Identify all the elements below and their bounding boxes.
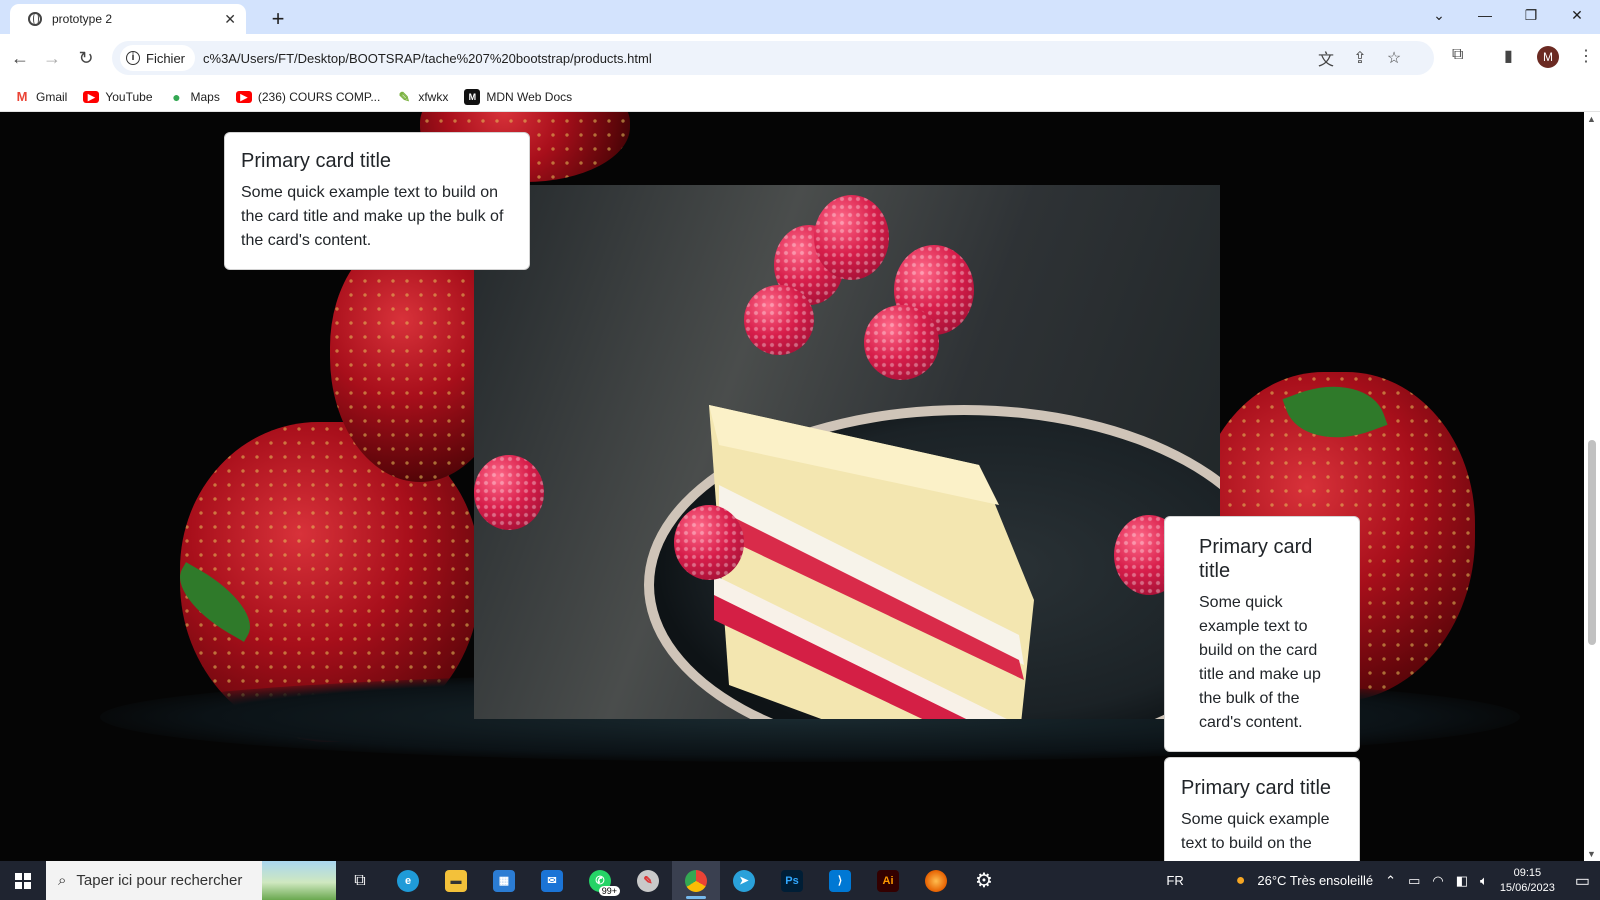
translate-icon[interactable]: 文: [1316, 46, 1336, 70]
address-bar[interactable]: i Fichier c%3A/Users/FT/Desktop/BOOTSRAP…: [112, 41, 1434, 75]
xfwkx-icon: ✎: [398, 88, 411, 105]
close-tab-icon[interactable]: ✕: [224, 11, 236, 28]
side-panel-icon[interactable]: ▮: [1504, 46, 1513, 66]
close-window-button[interactable]: ✕: [1554, 4, 1600, 26]
browser-tab[interactable]: prototype 2 ✕: [10, 4, 246, 34]
windows-taskbar: ⌕ Taper ici pour rechercher ⧉ e ▬ ▦ ✉ ✆ …: [0, 861, 1600, 900]
bookmark-label: MDN Web Docs: [486, 89, 573, 104]
battery-icon[interactable]: ▭: [1408, 873, 1420, 889]
whatsapp-badge: 99+: [598, 886, 620, 896]
product-card-1: Primary card title Some quick example te…: [224, 132, 530, 270]
maps-icon: ●: [172, 88, 181, 105]
browser-toolbar: ← → ↻ i Fichier c%3A/Users/FT/Desktop/BO…: [0, 34, 1600, 82]
profile-avatar[interactable]: M: [1537, 46, 1559, 68]
reload-icon[interactable]: ↻: [74, 46, 98, 70]
meet-icon[interactable]: ◧: [1456, 873, 1468, 889]
bookmark-label: Maps: [190, 89, 220, 104]
cake-image: [474, 185, 1220, 719]
product-card-3: Primary card title Some quick example te…: [1164, 757, 1360, 861]
volume-icon[interactable]: 🔈︎: [1480, 873, 1488, 889]
minimize-button[interactable]: —: [1462, 4, 1508, 26]
paint-icon[interactable]: ✎: [624, 861, 672, 900]
card-text: Some quick example text to build on the: [1181, 811, 1330, 852]
product-card-2: Primary card title Some quick example te…: [1164, 516, 1360, 752]
weather-sun-icon: ●: [1235, 871, 1246, 889]
tab-search-icon[interactable]: ⌄: [1416, 4, 1462, 26]
cake-slice: [709, 405, 1034, 719]
bookmarks-bar: M Gmail ▶ YouTube ● Maps ▶ (236) COURS C…: [0, 82, 1600, 112]
card-title: Primary card title: [1181, 777, 1332, 799]
clock-time: 09:15: [1513, 866, 1542, 879]
firefox-icon[interactable]: [912, 861, 960, 900]
tab-title: prototype 2: [52, 12, 113, 26]
clock-date: 15/06/2023: [1499, 881, 1555, 894]
gmail-icon: M: [14, 90, 30, 103]
settings-gear-icon[interactable]: ⚙: [960, 861, 1008, 900]
url-text[interactable]: c%3A/Users/FT/Desktop/BOOTSRAP/tache%207…: [203, 51, 652, 66]
taskbar-search-placeholder: Taper ici pour rechercher: [76, 872, 243, 889]
telegram-icon[interactable]: ➤: [720, 861, 768, 900]
vscode-icon[interactable]: ⟩: [816, 861, 864, 900]
chrome-icon[interactable]: [672, 861, 720, 900]
tray-chevron-icon[interactable]: ⌃: [1385, 873, 1396, 889]
edge-icon[interactable]: e: [384, 861, 432, 900]
page-viewport: Primary card title Some quick example te…: [0, 112, 1584, 861]
bookmark-mdn[interactable]: M MDN Web Docs: [464, 88, 573, 105]
scrollbar-thumb[interactable]: [1588, 440, 1596, 645]
wifi-icon[interactable]: ◠: [1432, 873, 1443, 889]
youtube-icon: ▶: [235, 90, 252, 103]
illustrator-icon[interactable]: Ai: [864, 861, 912, 900]
search-icon: ⌕: [58, 872, 67, 889]
bookmark-cours[interactable]: ▶ (236) COURS COMP...: [235, 89, 381, 104]
task-view-icon[interactable]: ⧉: [336, 861, 384, 900]
bookmark-youtube[interactable]: ▶ YouTube: [83, 89, 153, 104]
system-tray: FR ● 26°C Très ensoleillé ⌃ ▭ ◠ ◧ 🔈︎ 09:…: [1166, 866, 1600, 896]
forward-arrow-icon[interactable]: →: [40, 46, 64, 70]
extensions-icon[interactable]: ⧉: [1452, 46, 1463, 64]
whatsapp-icon[interactable]: ✆ 99+: [576, 861, 624, 900]
share-icon[interactable]: ⇪: [1350, 48, 1370, 68]
card-text: Some quick example text to build on the …: [1199, 594, 1321, 731]
back-arrow-icon[interactable]: ←: [8, 46, 32, 70]
youtube-icon: ▶: [83, 90, 100, 103]
mdn-icon: M: [464, 88, 481, 105]
scroll-up-arrow[interactable]: ▲: [1587, 114, 1596, 124]
new-tab-button[interactable]: +: [264, 6, 292, 34]
info-icon: i: [126, 51, 140, 65]
clock[interactable]: 09:15 15/06/2023: [1500, 866, 1555, 896]
scroll-down-arrow[interactable]: ▼: [1587, 849, 1596, 859]
file-explorer-icon[interactable]: ▬: [432, 861, 480, 900]
site-info-label: Fichier: [146, 50, 186, 66]
card-title: Primary card title: [1199, 536, 1313, 582]
menu-dots-icon[interactable]: ⋮: [1578, 46, 1594, 66]
store-icon[interactable]: ▦: [480, 861, 528, 900]
mail-icon[interactable]: ✉: [528, 861, 576, 900]
restore-button[interactable]: ❐: [1508, 4, 1554, 26]
language-indicator[interactable]: FR: [1166, 873, 1183, 888]
weather-text[interactable]: 26°C Très ensoleillé: [1257, 873, 1373, 888]
site-info-chip[interactable]: i Fichier: [120, 45, 196, 71]
bookmark-label: YouTube: [105, 89, 153, 104]
page-scrollbar[interactable]: ▲ ▼: [1584, 112, 1600, 861]
bookmark-label: (236) COURS COMP...: [257, 89, 381, 104]
tab-strip: prototype 2 ✕ + ⌄ — ❐ ✕: [0, 0, 1600, 34]
bookmark-maps[interactable]: ● Maps: [169, 90, 220, 104]
bookmark-label: xfwkx: [418, 89, 449, 104]
start-button[interactable]: [0, 861, 46, 900]
windows-logo-icon: [15, 872, 31, 889]
photoshop-icon[interactable]: Ps: [768, 861, 816, 900]
globe-icon: [28, 12, 42, 26]
card-text: Some quick example text to build on the …: [241, 184, 504, 249]
bookmark-star-icon[interactable]: ☆: [1384, 48, 1404, 68]
bookmark-label: Gmail: [36, 89, 68, 104]
bookmark-xfwkx[interactable]: ✎ xfwkx: [396, 90, 448, 104]
search-highlight-image: [262, 861, 336, 900]
taskbar-search[interactable]: ⌕ Taper ici pour rechercher: [46, 861, 336, 900]
card-title: Primary card title: [241, 150, 392, 172]
bookmark-gmail[interactable]: M Gmail: [14, 90, 67, 104]
notifications-icon[interactable]: ▭: [1575, 871, 1590, 891]
